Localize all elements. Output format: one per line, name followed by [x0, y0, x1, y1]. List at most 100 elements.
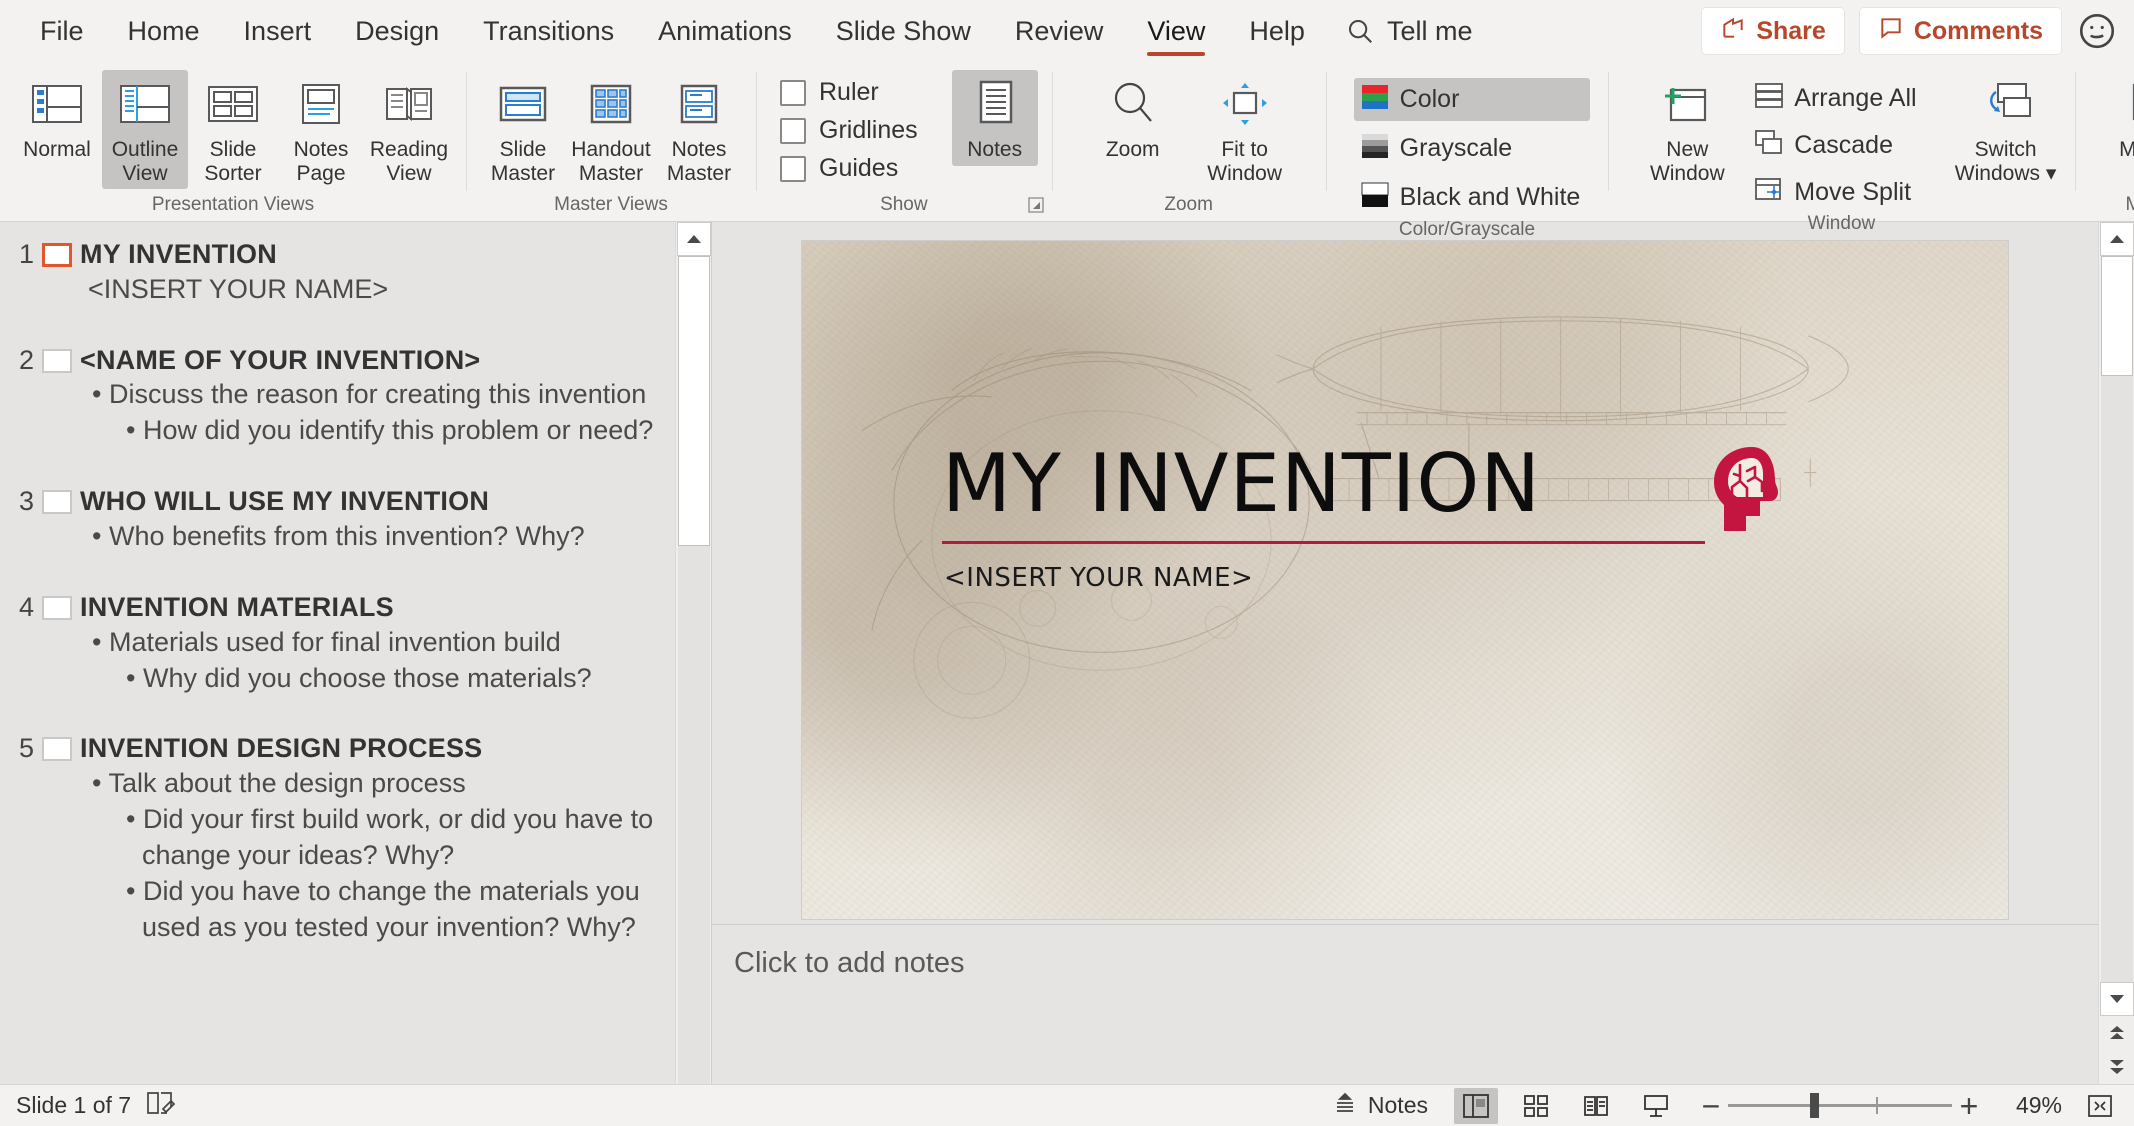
outline-slide-thumbnail[interactable]: [42, 348, 72, 373]
zoom-slider[interactable]: − +: [1694, 1090, 1986, 1122]
slide-scrollbar[interactable]: [2098, 222, 2134, 1084]
slide-scroll-down-button[interactable]: [2099, 982, 2134, 1016]
guides-checkbox[interactable]: Guides: [780, 154, 918, 183]
zoom-percent-label[interactable]: 49%: [2002, 1092, 2062, 1119]
outline-slide-header[interactable]: 4 INVENTION MATERIALS: [10, 591, 661, 625]
cascade-button[interactable]: Cascade: [1748, 125, 1926, 166]
zoom-out-button[interactable]: −: [1694, 1090, 1728, 1122]
outline-slide-header[interactable]: 5 INVENTION DESIGN PROCESS: [10, 732, 661, 766]
share-button[interactable]: Share: [1701, 7, 1845, 55]
outline-slide-title[interactable]: WHO WILL USE MY INVENTION: [80, 485, 489, 519]
tab-help[interactable]: Help: [1227, 0, 1327, 62]
notes-placeholder-text[interactable]: Click to add notes: [734, 947, 2098, 980]
reading-view-button[interactable]: Reading View: [366, 70, 452, 189]
tab-view[interactable]: View: [1125, 0, 1227, 62]
slide-scroll-track[interactable]: [2100, 376, 2133, 982]
fit-slide-to-window-button[interactable]: [2078, 1088, 2122, 1124]
new-window-button[interactable]: New Window: [1632, 70, 1742, 189]
zoom-button[interactable]: Zoom: [1078, 70, 1188, 166]
slide-scroll-up-button[interactable]: [2099, 222, 2134, 256]
slide-sorter-button[interactable]: Slide Sorter: [190, 70, 276, 189]
outline-content[interactable]: 1 MY INVENTION <INSERT YOUR NAME> 2 <NAM…: [0, 222, 675, 1084]
outline-slide-thumbnail[interactable]: [42, 490, 72, 515]
outline-scroll-thumb[interactable]: [677, 256, 710, 546]
tab-animations[interactable]: Animations: [636, 0, 814, 62]
outline-slide-thumbnail[interactable]: [42, 243, 72, 267]
comments-button[interactable]: Comments: [1858, 7, 2062, 55]
previous-slide-button[interactable]: [2100, 1016, 2134, 1050]
switch-windows-button[interactable]: Switch Windows ▾: [1951, 70, 2061, 189]
view-button-normal[interactable]: [1454, 1087, 1498, 1124]
tab-transitions[interactable]: Transitions: [461, 0, 636, 62]
slide-canvas[interactable]: MY INVENTION <INSERT YOUR NAME>: [801, 240, 2009, 920]
notes-pane[interactable]: Click to add notes: [712, 924, 2098, 1084]
tab-file[interactable]: File: [18, 0, 106, 62]
view-button-reading[interactable]: [1574, 1088, 1618, 1124]
outline-view-button[interactable]: Outline View: [102, 70, 188, 190]
move-split-button[interactable]: Move Split: [1748, 172, 1926, 213]
outline-bullet-level2[interactable]: • Did your first build work, or did you …: [126, 802, 661, 874]
ruler-checkbox[interactable]: Ruler: [780, 78, 918, 107]
arrange-all-button[interactable]: Arrange All: [1748, 78, 1926, 119]
notes-master-button[interactable]: Notes Master: [656, 70, 742, 189]
notes-toggle-button[interactable]: Notes: [951, 70, 1038, 166]
tab-design[interactable]: Design: [333, 0, 461, 62]
tab-insert[interactable]: Insert: [222, 0, 334, 62]
next-slide-button[interactable]: [2100, 1050, 2134, 1084]
outline-slide-title[interactable]: INVENTION MATERIALS: [80, 591, 394, 625]
handout-master-button[interactable]: Handout Master: [568, 70, 654, 189]
tab-home[interactable]: Home: [106, 0, 222, 62]
slide-indicator[interactable]: Slide 1 of 7: [16, 1092, 131, 1119]
outline-pane[interactable]: 1 MY INVENTION <INSERT YOUR NAME> 2 <NAM…: [0, 222, 712, 1084]
outline-bullet-level1[interactable]: • Discuss the reason for creating this i…: [92, 377, 661, 413]
notes-status-button[interactable]: Notes: [1322, 1088, 1438, 1124]
outline-slide-1[interactable]: 1 MY INVENTION <INSERT YOUR NAME>: [10, 238, 661, 308]
fit-to-window-button[interactable]: Fit to Window: [1190, 70, 1300, 189]
notes-page-button[interactable]: Notes Page: [278, 70, 364, 189]
view-button-slide-sorter[interactable]: [1514, 1088, 1558, 1124]
outline-scroll-track[interactable]: [677, 546, 710, 1084]
color-mode-grayscale[interactable]: Grayscale: [1354, 127, 1591, 170]
outline-slide-subtitle[interactable]: <INSERT YOUR NAME>: [88, 272, 661, 308]
outline-scroll-up-button[interactable]: [676, 222, 711, 256]
outline-scrollbar[interactable]: [675, 222, 711, 1084]
outline-bullet-level2[interactable]: • How did you identify this problem or n…: [126, 413, 661, 449]
outline-bullet-level2[interactable]: • Why did you choose those materials?: [126, 661, 661, 697]
outline-slide-2[interactable]: 2 <NAME OF YOUR INVENTION> • Discuss the…: [10, 344, 661, 450]
outline-slide-3[interactable]: 3 WHO WILL USE MY INVENTION • Who benefi…: [10, 485, 661, 555]
zoom-in-button[interactable]: +: [1952, 1090, 1986, 1122]
outline-slide-4[interactable]: 4 INVENTION MATERIALS • Materials used f…: [10, 591, 661, 697]
color-mode-black-and-white[interactable]: Black and White: [1354, 176, 1591, 219]
outline-bullet-level1[interactable]: • Materials used for final invention bui…: [92, 625, 661, 661]
outline-bullet-level1[interactable]: • Talk about the design process: [92, 766, 661, 802]
outline-slide-title[interactable]: <NAME OF YOUR INVENTION>: [80, 344, 480, 378]
outline-slide-header[interactable]: 3 WHO WILL USE MY INVENTION: [10, 485, 661, 519]
outline-bullet-level2[interactable]: • Did you have to change the materials y…: [126, 874, 661, 946]
outline-slide-5[interactable]: 5 INVENTION DESIGN PROCESS • Talk about …: [10, 732, 661, 945]
color-mode-color[interactable]: Color: [1353, 78, 1591, 121]
gridlines-checkbox[interactable]: Gridlines: [780, 116, 918, 145]
slide-editing-area[interactable]: MY INVENTION <INSERT YOUR NAME>: [712, 222, 2098, 924]
macros-button[interactable]: Macros: [2099, 70, 2134, 166]
slide-scroll-thumb[interactable]: [2100, 256, 2133, 376]
slide-title-text[interactable]: MY INVENTION: [942, 437, 1541, 530]
tab-slide-show[interactable]: Slide Show: [814, 0, 993, 62]
accessibility-icon[interactable]: [145, 1090, 176, 1121]
outline-slide-title[interactable]: MY INVENTION: [80, 238, 277, 272]
slide-subtitle-text[interactable]: <INSERT YOUR NAME>: [944, 563, 1253, 593]
outline-bullet-level1[interactable]: • Who benefits from this invention? Why?: [92, 519, 661, 555]
outline-slide-title[interactable]: INVENTION DESIGN PROCESS: [80, 732, 482, 766]
normal-view-button[interactable]: Normal: [14, 70, 100, 166]
outline-slide-header[interactable]: 2 <NAME OF YOUR INVENTION>: [10, 344, 661, 378]
view-button-slideshow[interactable]: [1634, 1088, 1678, 1124]
show-dialog-launcher-icon[interactable]: [1026, 195, 1046, 215]
outline-slide-thumbnail[interactable]: [42, 595, 72, 620]
tell-me-box[interactable]: Tell me: [1327, 16, 1491, 47]
feedback-smiley-icon[interactable]: [2076, 10, 2118, 52]
zoom-slider-thumb[interactable]: [1810, 1093, 1819, 1118]
slide-master-button[interactable]: Slide Master: [480, 70, 566, 189]
outline-slide-thumbnail[interactable]: [42, 737, 72, 762]
outline-slide-header[interactable]: 1 MY INVENTION: [10, 238, 661, 272]
zoom-slider-track[interactable]: [1728, 1093, 1952, 1118]
tab-review[interactable]: Review: [993, 0, 1126, 62]
